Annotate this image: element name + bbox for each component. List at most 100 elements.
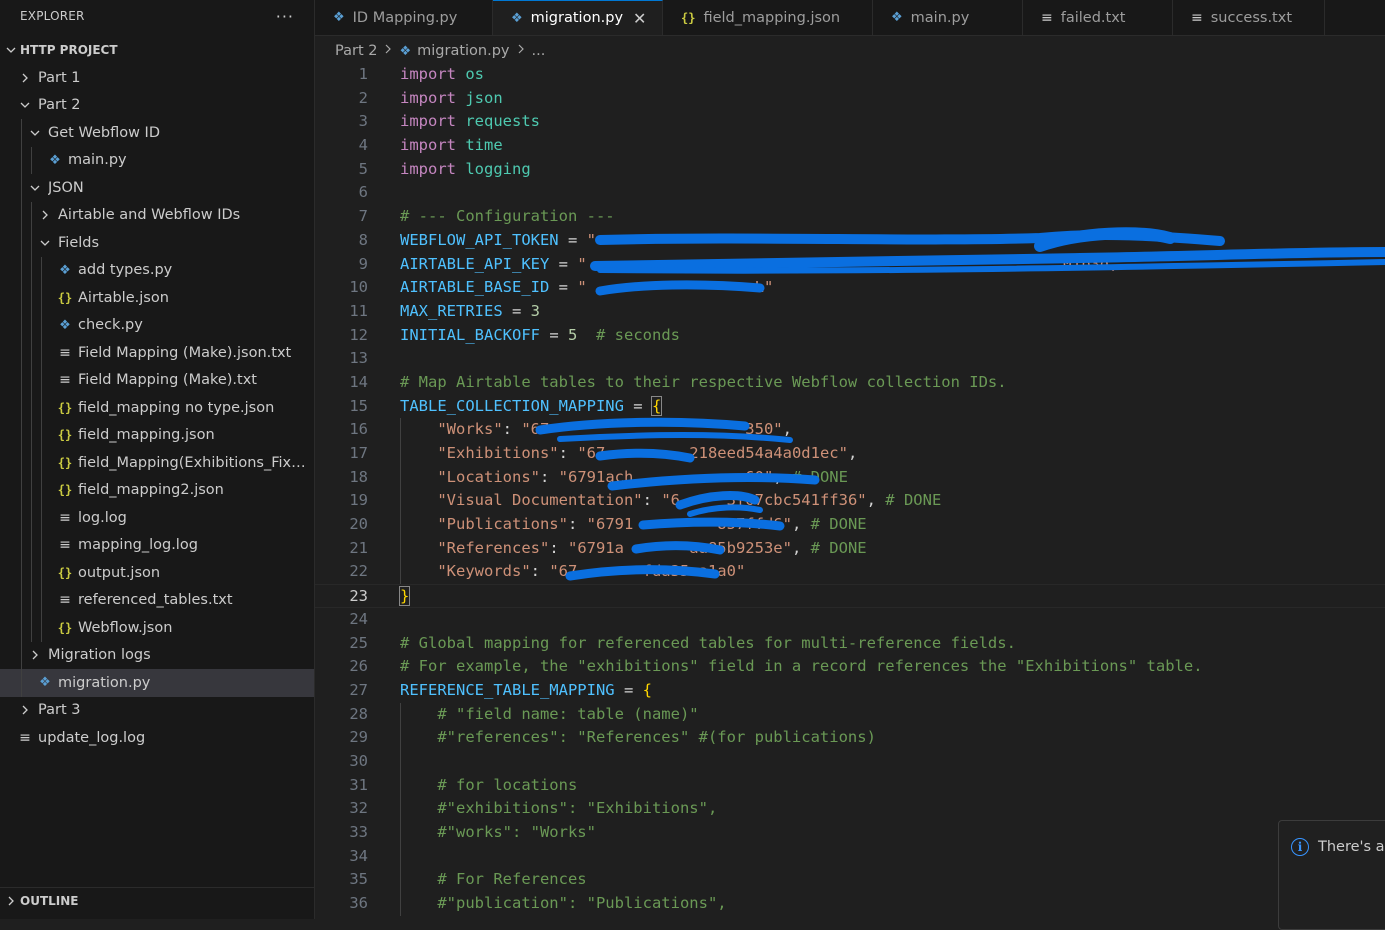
line-number: 16 (349, 420, 368, 439)
code-line[interactable]: 28 # "field name: table (name)" (315, 702, 1385, 727)
editor-tab[interactable]: ≡ failed.txt (1023, 0, 1173, 35)
code-line[interactable]: 16 "Works": "67 350", (315, 418, 1385, 442)
file-item[interactable]: ❖ check.py (0, 311, 314, 339)
code-line[interactable]: 2 import json (315, 87, 1385, 111)
code-text: "Exhibitions": "67 218eed54a4a0d1ec", (400, 442, 857, 466)
code-line[interactable]: 34 (315, 844, 1385, 869)
folder-item[interactable]: Part 3 (0, 697, 314, 725)
code-line[interactable]: 6 (315, 181, 1385, 205)
file-item[interactable]: ≡ Field Mapping (Make).txt (0, 366, 314, 394)
indent-guide (41, 366, 42, 394)
code-line[interactable]: 12 INITIAL_BACKOFF = 5 # seconds (315, 324, 1385, 348)
file-item[interactable]: ❖ add types.py (0, 256, 314, 284)
file-item[interactable]: ❖ main.py (0, 146, 314, 174)
code-line[interactable]: 26 # For example, the "exhibitions" field… (315, 655, 1385, 679)
code-line[interactable]: 35 # For References (315, 868, 1385, 893)
file-item[interactable]: {} Webflow.json (0, 614, 314, 642)
code-line[interactable]: 3 import requests (315, 110, 1385, 134)
chevron-down-icon[interactable] (16, 99, 34, 111)
chevron-right-icon[interactable] (16, 704, 34, 716)
file-item[interactable]: ≡ log.log (0, 504, 314, 532)
editor-tab[interactable]: {} field_mapping.json (663, 0, 873, 35)
file-item[interactable]: {} output.json (0, 559, 314, 587)
editor-tab[interactable]: ❖ migration.py ✕ (493, 0, 663, 35)
chevron-down-icon[interactable] (26, 182, 44, 194)
file-item[interactable]: {} field_mapping2.json (0, 476, 314, 504)
code-line[interactable]: 27 REFERENCE_TABLE_MAPPING = { (315, 679, 1385, 703)
indent-guide (31, 586, 32, 614)
code-token: WEBFLOW_API_TOKEN (400, 230, 559, 249)
code-line[interactable]: 13 (315, 347, 1385, 371)
code-line[interactable]: 11 MAX_RETRIES = 3 (315, 300, 1385, 324)
line-number: 34 (349, 846, 368, 865)
file-item[interactable]: ≡ update_log.log (0, 724, 314, 752)
folder-item[interactable]: Fields (0, 229, 314, 257)
tree-item-label: JSON (48, 179, 84, 196)
folder-item[interactable]: Part 2 (0, 92, 314, 120)
code-line[interactable]: 14 # Map Airtable tables to their respect… (315, 371, 1385, 395)
file-item[interactable]: ≡ referenced_tables.txt (0, 586, 314, 614)
code-line[interactable]: 8 WEBFLOW_API_TOKEN = " " (315, 229, 1385, 253)
file-item[interactable]: ≡ Field Mapping (Make).json.txt (0, 339, 314, 367)
code-line[interactable]: 17 "Exhibitions": "67 218eed54a4a0d1ec", (315, 442, 1385, 466)
chevron-down-icon[interactable] (26, 127, 44, 139)
outline-section-header[interactable]: OUTLINE (0, 887, 314, 913)
folder-item[interactable]: Get Webflow ID (0, 119, 314, 147)
file-item[interactable]: {} field_mapping no type.json (0, 394, 314, 422)
code-line[interactable]: 19 "Visual Documentation": "6 3f67cbc541… (315, 489, 1385, 514)
file-item[interactable]: {} field_mapping.json (0, 421, 314, 449)
indent-guide (21, 504, 22, 532)
code-line[interactable]: 32 #"exhibitions": "Exhibitions", (315, 797, 1385, 821)
code-editor[interactable]: 1 import os 2 import json 3 import requests 4 i… (315, 63, 1385, 919)
editor-tab[interactable]: ❖ ID Mapping.py (315, 0, 493, 35)
breadcrumb-file[interactable]: migration.py (417, 43, 509, 59)
editor-tab[interactable]: ≡ success.txt (1173, 0, 1325, 35)
code-line[interactable]: 30 (315, 749, 1385, 774)
breadcrumb-folder[interactable]: Part 2 (335, 43, 377, 59)
code-line[interactable]: 29 #"references": "References" #(for pub… (315, 726, 1385, 750)
folder-item[interactable]: Airtable and Webflow IDs (0, 201, 314, 229)
file-item[interactable]: {} Airtable.json (0, 284, 314, 312)
folder-item[interactable]: Part 1 (0, 64, 314, 92)
file-item[interactable]: ❖ migration.py (0, 669, 314, 697)
code-token: , (782, 420, 792, 439)
file-item[interactable]: ≡ mapping_log.log (0, 531, 314, 559)
code-line[interactable]: 33 #"works": "Works" (315, 821, 1385, 845)
notification-toast[interactable]: i There's ar (1278, 820, 1385, 930)
code-line[interactable]: 5 import logging (315, 158, 1385, 182)
code-line[interactable]: 9 AIRTABLE_API_KEY = " 01b3d, (315, 253, 1385, 277)
chevron-right-icon[interactable] (16, 72, 34, 84)
code-line[interactable]: 22 "Keywords": "67 fda35ca1a0" (315, 560, 1385, 585)
folder-item[interactable]: Migration logs (0, 641, 314, 669)
breadcrumb-symbol[interactable]: ... (532, 43, 546, 59)
folder-item[interactable]: JSON (0, 174, 314, 202)
close-icon[interactable]: ✕ (633, 9, 646, 28)
code-line[interactable]: 21 "References": "6791a aa85b9253e", # D… (315, 536, 1385, 561)
code-line[interactable]: 10 AIRTABLE_BASE_ID = " L" (315, 276, 1385, 300)
json-file-icon: {} (681, 10, 696, 25)
code-token: # DONE (791, 467, 848, 486)
code-line[interactable]: 20 "Publications": "6791 857ffd6", # DON… (315, 513, 1385, 537)
code-line[interactable]: 15 TABLE_COLLECTION_MAPPING = { (315, 395, 1385, 419)
code-token: = (558, 230, 587, 249)
chevron-down-icon[interactable] (36, 237, 54, 249)
project-section-header[interactable]: HTTP PROJECT (0, 37, 314, 63)
file-item[interactable]: {} field_Mapping(Exhibitions_Fix).js... (0, 449, 314, 477)
json-file-icon: {} (57, 483, 73, 498)
code-line[interactable]: 7 # --- Configuration --- (315, 205, 1385, 229)
code-token: , (866, 491, 886, 510)
code-line[interactable]: 31 # for locations (315, 773, 1385, 798)
chevron-right-icon[interactable] (26, 649, 44, 661)
code-line[interactable]: 18 "Locations": "6791ach 60", # DONE (315, 465, 1385, 490)
code-line[interactable]: 25 # Global mapping for referenced tables… (315, 632, 1385, 656)
editor-tab[interactable]: ❖ main.py (873, 0, 1023, 35)
code-line[interactable]: 4 import time (315, 134, 1385, 158)
code-line[interactable]: 24 (315, 608, 1385, 632)
chevron-right-icon[interactable] (36, 209, 54, 221)
code-line[interactable]: 1 import os (315, 63, 1385, 87)
code-line[interactable]: 36 #"publication": "Publications", (315, 892, 1385, 916)
more-actions-icon[interactable]: ··· (276, 7, 294, 26)
code-line[interactable]: 23} (315, 584, 1385, 608)
